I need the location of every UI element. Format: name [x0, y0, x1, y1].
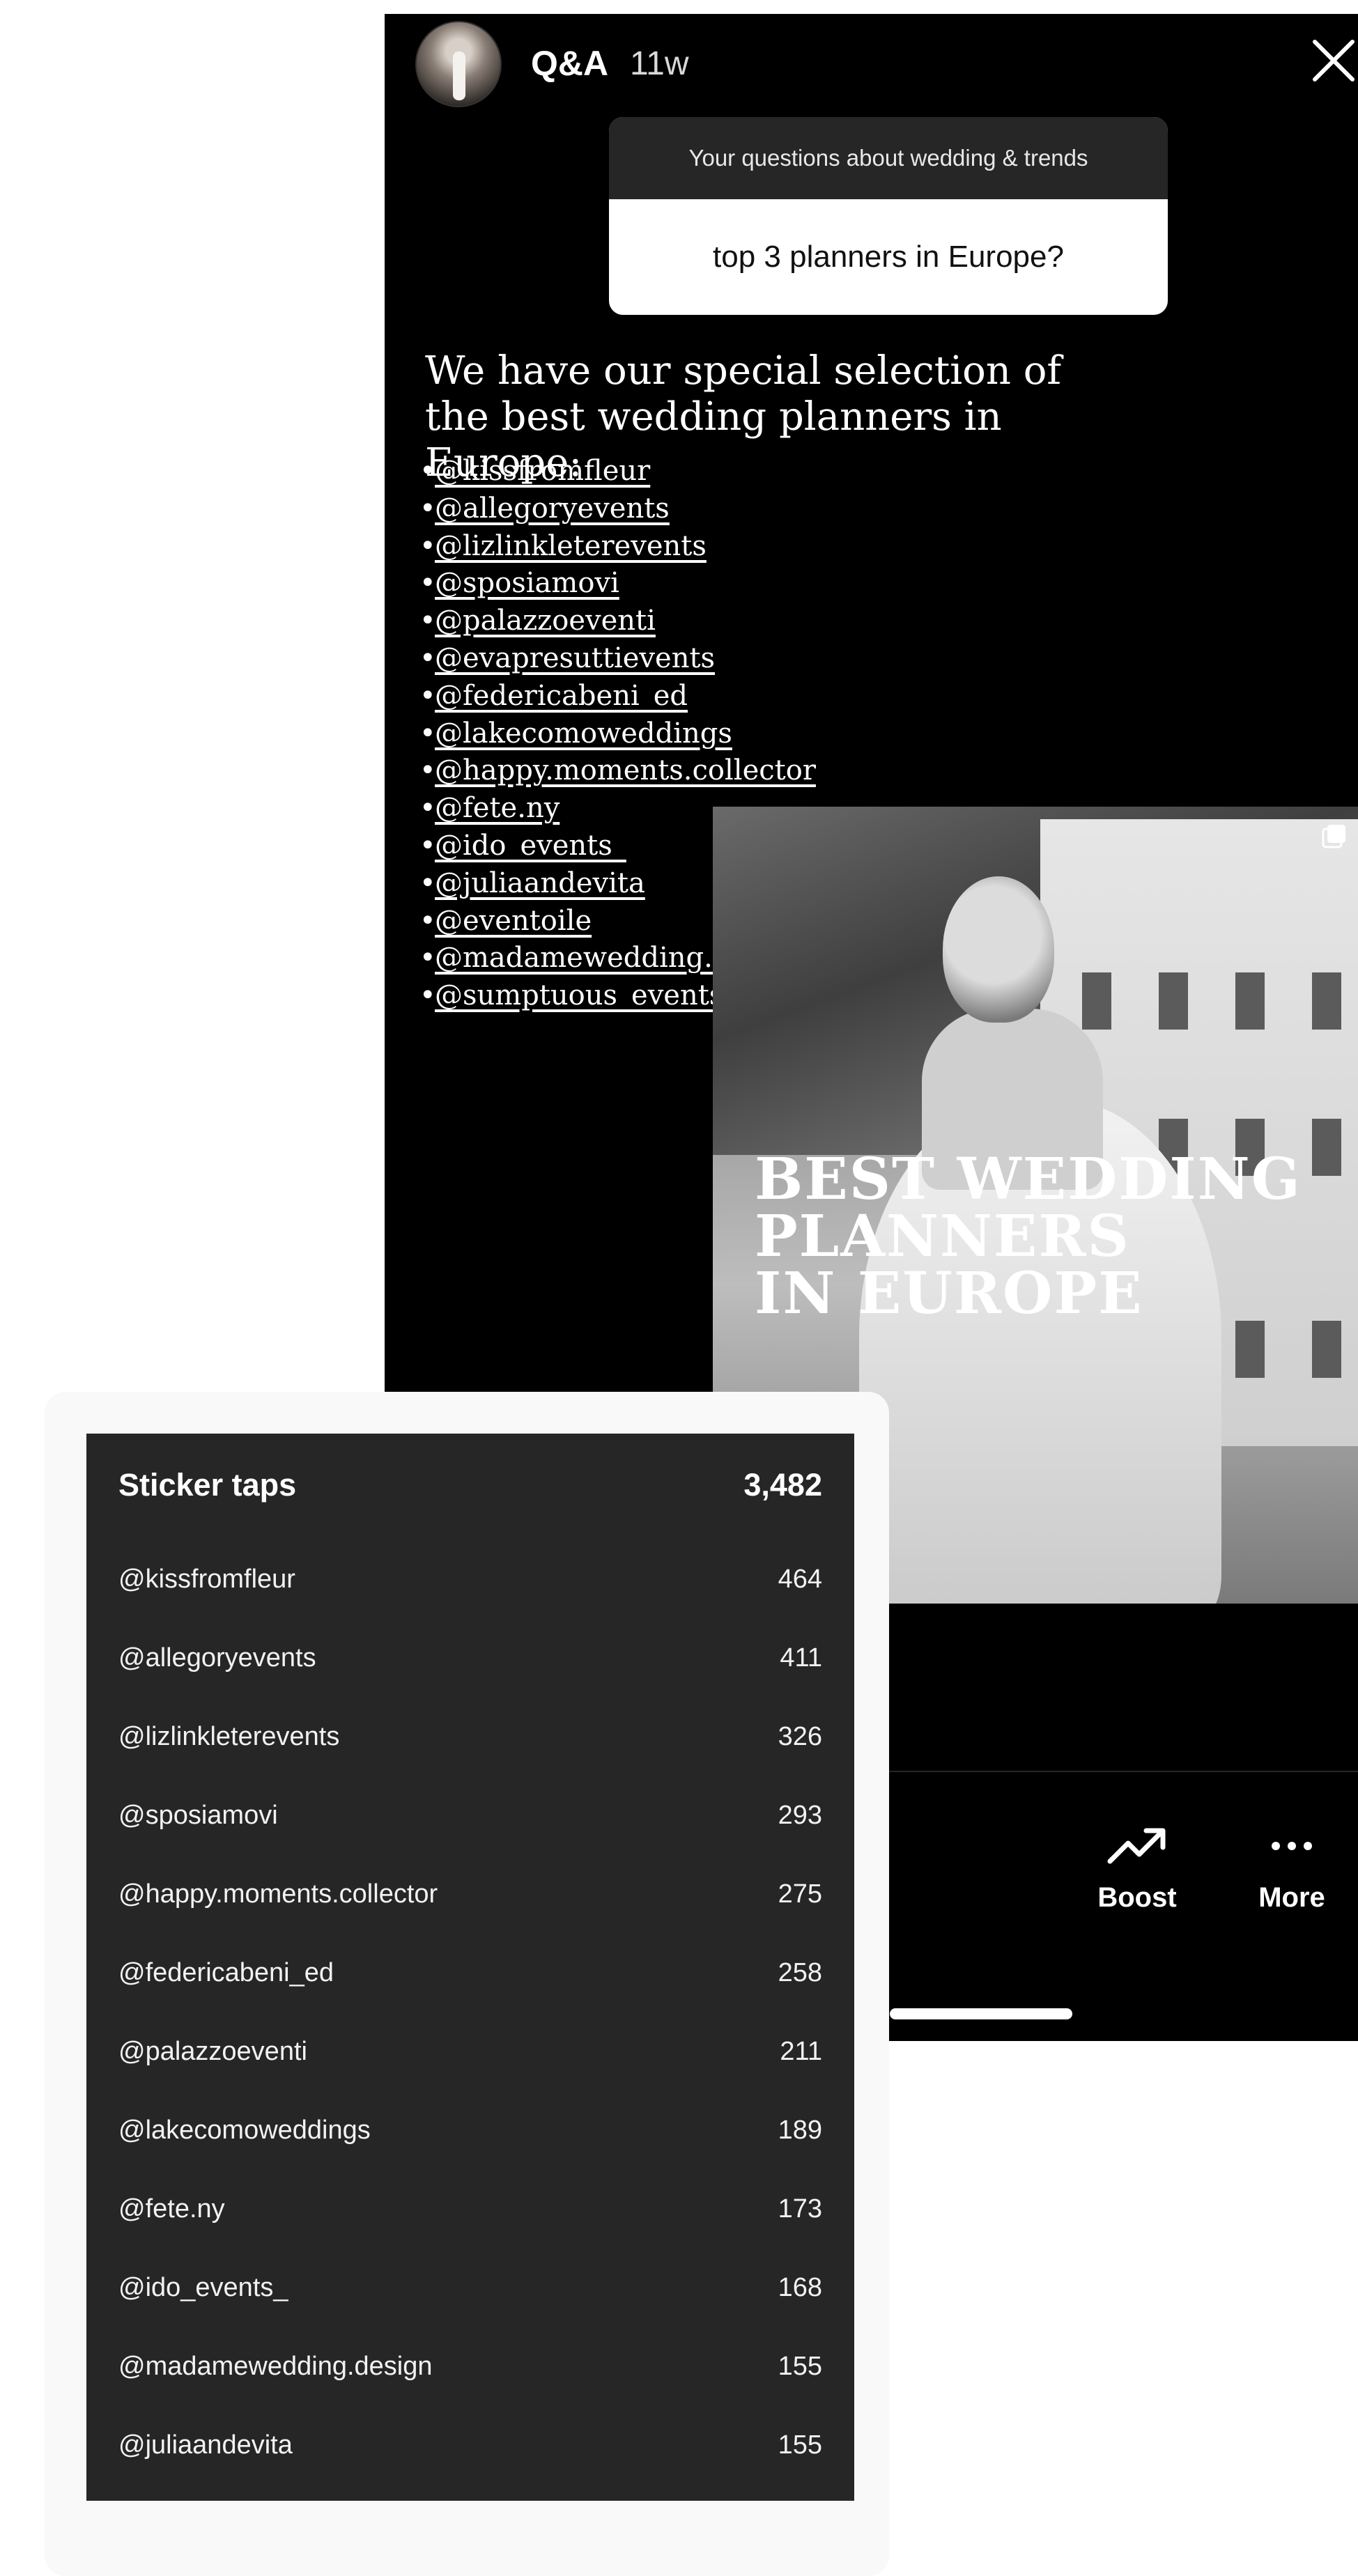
table-row[interactable]: @federicabeni_ed 258 [86, 1933, 854, 2012]
story-age: 11w [630, 45, 689, 82]
list-item[interactable]: •@lizlinkleterevents [419, 528, 816, 566]
row-count: 189 [778, 2116, 822, 2145]
row-count: 211 [780, 2037, 822, 2066]
mention-link[interactable]: @federicabeni_ed [435, 680, 688, 712]
list-item[interactable]: •@happy.moments.collector [419, 752, 816, 790]
post-figure-head [943, 876, 1054, 1023]
row-handle: @federicabeni_ed [118, 1958, 334, 1987]
list-item[interactable]: •@kissfromfleur [419, 453, 816, 490]
story-title: Q&A [531, 44, 609, 83]
post-title-line: PLANNERS [755, 1203, 1130, 1270]
list-item[interactable]: •@federicabeni_ed [419, 678, 816, 715]
row-count: 173 [778, 2194, 822, 2224]
row-count: 258 [778, 1958, 822, 1987]
sticker-taps-card: Sticker taps 3,482 @kissfromfleur 464 @a… [86, 1434, 854, 2501]
row-handle: @fete.ny [118, 2194, 225, 2224]
row-count: 411 [780, 1643, 822, 1673]
mention-link[interactable]: @eventoile [435, 905, 592, 937]
question-sticker-header: Your questions about wedding & trends [609, 117, 1168, 199]
sticker-taps-total: 3,482 [743, 1467, 822, 1503]
sticker-taps-title: Sticker taps [118, 1467, 297, 1503]
carousel-icon [1322, 825, 1345, 848]
mention-link[interactable]: @palazzoeventi [435, 605, 656, 637]
post-title-line: IN EUROPE [755, 1260, 1143, 1327]
table-row[interactable]: @juliaandevita 155 [86, 2405, 854, 2484]
question-sticker[interactable]: Your questions about wedding & trends to… [609, 117, 1168, 315]
row-count: 326 [778, 1722, 822, 1751]
row-count: 168 [778, 2273, 822, 2302]
table-row[interactable]: @madamewedding.design 155 [86, 2327, 854, 2405]
mention-link[interactable]: @allegoryevents [435, 492, 670, 525]
table-row[interactable]: @fete.ny 173 [86, 2169, 854, 2248]
row-count: 275 [778, 1879, 822, 1909]
more-button[interactable]: More [1229, 1825, 1355, 1914]
mention-link[interactable]: @lizlinkleterevents [435, 530, 707, 562]
table-row[interactable]: @sposiamovi 293 [86, 1776, 854, 1854]
row-handle: @lakecomoweddings [118, 2116, 371, 2145]
post-title: BEST WEDDING PLANNERS IN EUROPE [755, 1151, 1302, 1322]
trending-up-icon [1107, 1828, 1166, 1864]
list-item[interactable]: •@sposiamovi [419, 565, 816, 603]
boost-button[interactable]: Boost [1074, 1825, 1200, 1914]
mention-link[interactable]: @fete.ny [435, 792, 560, 824]
row-handle: @madamewedding.design [118, 2352, 433, 2381]
row-handle: @ido_events_ [118, 2273, 288, 2302]
list-item[interactable]: •@allegoryevents [419, 490, 816, 528]
row-handle: @sposiamovi [118, 1801, 278, 1830]
sticker-taps-panel: Sticker taps 3,482 @kissfromfleur 464 @a… [45, 1392, 889, 2576]
mention-link[interactable]: @ido_events_ [435, 830, 626, 862]
table-row[interactable]: @happy.moments.collector 275 [86, 1854, 854, 1933]
row-handle: @happy.moments.collector [118, 1879, 438, 1909]
close-icon[interactable] [1302, 29, 1358, 92]
post-title-line: BEST WEDDING [755, 1146, 1302, 1213]
home-indicator[interactable] [890, 2008, 1072, 2019]
row-count: 293 [778, 1801, 822, 1830]
list-item[interactable]: •@palazzoeventi [419, 603, 816, 640]
sticker-taps-header: Sticker taps 3,482 [86, 1434, 854, 1539]
row-handle: @kissfromfleur [118, 1565, 295, 1594]
question-sticker-question: top 3 planners in Europe? [713, 240, 1064, 274]
table-row[interactable]: @kissfromfleur 464 [86, 1539, 854, 1618]
row-handle: @juliaandevita [118, 2430, 293, 2460]
mention-link[interactable]: @evapresuttievents [435, 642, 715, 674]
row-handle: @lizlinkleterevents [118, 1722, 340, 1751]
row-handle: @allegoryevents [118, 1643, 316, 1673]
table-row[interactable]: @ido_events_ 168 [86, 2248, 854, 2327]
mention-link[interactable]: @juliaandevita [435, 867, 645, 899]
row-count: 155 [778, 2430, 822, 2460]
more-dots-icon [1272, 1842, 1312, 1850]
mention-link[interactable]: @happy.moments.collector [435, 754, 816, 786]
table-row[interactable]: @palazzoeventi 211 [86, 2012, 854, 2090]
list-item[interactable]: •@lakecomoweddings [419, 715, 816, 753]
table-row[interactable]: @lakecomoweddings 189 [86, 2090, 854, 2169]
row-handle: @palazzoeventi [118, 2037, 307, 2066]
table-row[interactable]: @lizlinkleterevents 326 [86, 1697, 854, 1776]
boost-label: Boost [1097, 1882, 1177, 1913]
row-count: 464 [778, 1565, 822, 1594]
table-row[interactable]: @allegoryevents 411 [86, 1618, 854, 1697]
mention-link[interactable]: @sposiamovi [435, 567, 619, 599]
list-item[interactable]: •@evapresuttievents [419, 640, 816, 678]
row-count: 155 [778, 2352, 822, 2381]
mention-link[interactable]: @kissfromfleur [435, 455, 650, 487]
avatar[interactable] [415, 21, 502, 107]
mention-link[interactable]: @lakecomoweddings [435, 717, 732, 750]
more-label: More [1258, 1882, 1325, 1913]
mention-link[interactable]: @sumptuous_events_ [435, 979, 737, 1011]
